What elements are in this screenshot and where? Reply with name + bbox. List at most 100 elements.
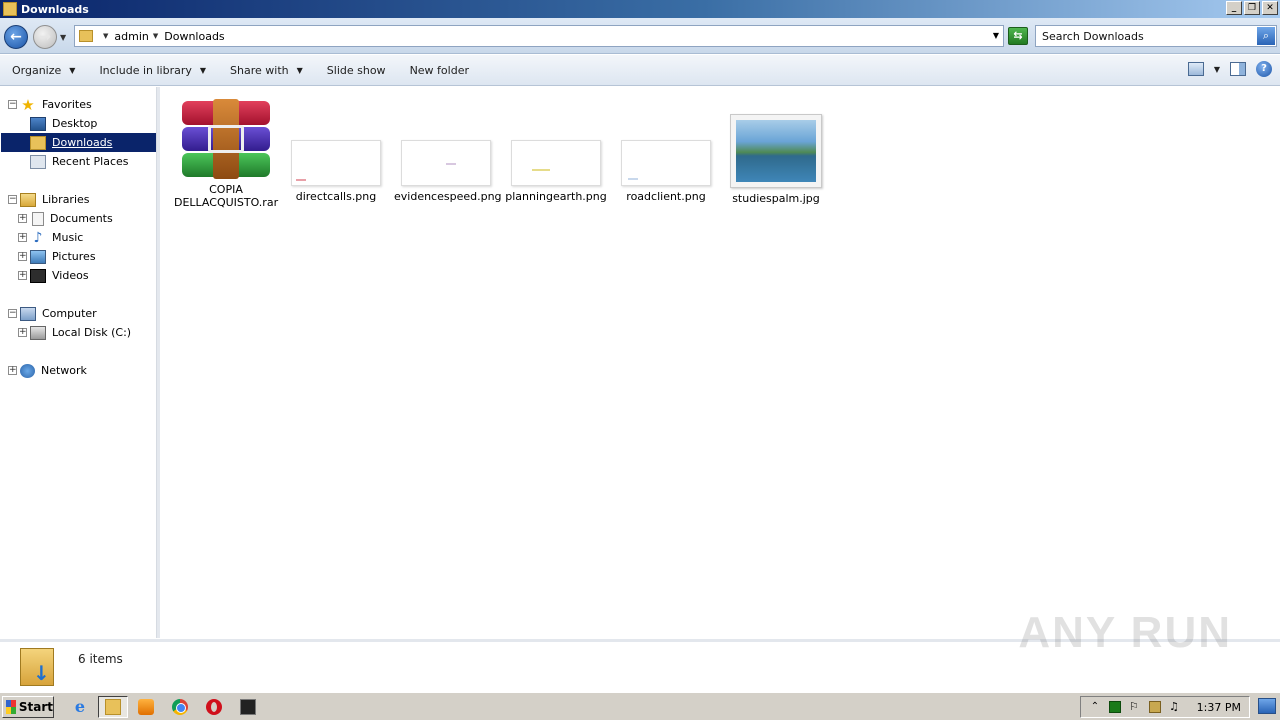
expand-documents-icon[interactable]: + bbox=[18, 214, 27, 223]
media-player-icon bbox=[138, 699, 154, 715]
expand-videos-icon[interactable]: + bbox=[18, 271, 27, 280]
slide-show-button[interactable]: Slide show bbox=[315, 64, 398, 77]
include-in-library-button[interactable]: Include in library ▼ bbox=[87, 64, 218, 77]
file-name: evidencespeed.png bbox=[394, 190, 502, 203]
chrome-icon bbox=[172, 699, 188, 715]
preview-pane-icon[interactable] bbox=[1230, 62, 1246, 76]
nav-downloads[interactable]: Downloads bbox=[1, 133, 156, 152]
file-item-rar[interactable]: COPIA DELLACQUISTO.rar bbox=[174, 99, 278, 209]
windows-flag-icon bbox=[6, 700, 16, 714]
collapse-favorites-icon[interactable]: − bbox=[8, 100, 17, 109]
taskbar-internet-explorer[interactable]: e bbox=[65, 696, 95, 718]
breadcrumb-admin[interactable]: admin bbox=[114, 30, 148, 43]
network-status-icon[interactable] bbox=[1149, 701, 1161, 713]
local-disk-icon bbox=[30, 325, 46, 340]
details-pane: ↓ 6 items ANY RUN bbox=[0, 608, 1280, 691]
file-item-png[interactable]: directcalls.png bbox=[284, 140, 388, 203]
thumbnail-mark bbox=[628, 178, 638, 180]
file-item-png[interactable]: roadclient.png bbox=[614, 140, 718, 203]
file-item-png[interactable]: evidencespeed.png bbox=[394, 140, 502, 203]
address-bar[interactable]: ▼ admin ▼ Downloads ▼ bbox=[74, 25, 1004, 47]
nav-network[interactable]: Network bbox=[20, 361, 89, 380]
nav-videos[interactable]: Videos bbox=[30, 266, 91, 285]
nav-local-disk[interactable]: Local Disk (C:) bbox=[30, 323, 133, 342]
tray-app-icon[interactable] bbox=[1109, 701, 1121, 713]
search-input[interactable]: Search Downloads ⌕ bbox=[1035, 25, 1277, 47]
nav-downloads-label: Downloads bbox=[52, 136, 113, 149]
breadcrumb-downloads[interactable]: Downloads bbox=[164, 30, 224, 43]
pictures-icon bbox=[30, 249, 46, 264]
close-button[interactable]: ✕ bbox=[1262, 1, 1278, 15]
explorer-folder-icon bbox=[3, 2, 17, 16]
file-name-line: DELLACQUISTO.rar bbox=[174, 196, 279, 209]
nav-pictures[interactable]: Pictures bbox=[30, 247, 98, 266]
file-item-jpg[interactable]: studiespalm.jpg bbox=[724, 114, 828, 205]
taskbar-windows-explorer[interactable] bbox=[98, 696, 128, 718]
chevron-down-icon[interactable]: ▼ bbox=[103, 32, 108, 40]
view-controls: ▼ ? bbox=[1187, 61, 1272, 77]
collapse-libraries-icon[interactable]: − bbox=[8, 195, 17, 204]
address-history-dropdown-icon[interactable]: ▼ bbox=[993, 31, 999, 40]
back-button[interactable]: ← bbox=[4, 25, 28, 49]
search-icon[interactable]: ⌕ bbox=[1257, 27, 1275, 45]
png-thumbnail bbox=[291, 140, 381, 186]
refresh-button[interactable]: ⇆ bbox=[1008, 27, 1028, 45]
show-desktop-button[interactable] bbox=[1258, 698, 1276, 714]
chevron-down-icon[interactable]: ▼ bbox=[153, 32, 158, 40]
item-count: 6 items bbox=[78, 652, 123, 666]
download-arrow-icon: ↓ bbox=[33, 661, 50, 685]
restore-button[interactable]: ❐ bbox=[1244, 1, 1260, 15]
taskbar-chrome[interactable] bbox=[165, 696, 195, 718]
nav-libraries[interactable]: Libraries bbox=[20, 190, 92, 209]
nav-recent-places-label: Recent Places bbox=[52, 155, 129, 168]
nav-recent-places[interactable]: Recent Places bbox=[30, 152, 131, 171]
nav-desktop-label: Desktop bbox=[52, 117, 98, 130]
taskbar-terminal[interactable] bbox=[233, 696, 263, 718]
file-item-png[interactable]: planningearth.png bbox=[504, 140, 608, 203]
clock[interactable]: 1:37 PM bbox=[1197, 701, 1241, 714]
taskbar-media-player[interactable] bbox=[131, 696, 161, 718]
watermark: ANY RUN bbox=[1018, 608, 1232, 657]
organize-button[interactable]: Organize ▼ bbox=[0, 64, 87, 77]
share-with-button[interactable]: Share with ▼ bbox=[218, 64, 315, 77]
folder-icon bbox=[79, 30, 93, 42]
taskbar: Start e ⌃ ⚐ ♫ 1:37 PM bbox=[0, 692, 1280, 720]
nav-pictures-label: Pictures bbox=[52, 250, 96, 263]
breadcrumb: ▼ admin ▼ Downloads bbox=[99, 30, 225, 43]
expand-pictures-icon[interactable]: + bbox=[18, 252, 27, 261]
expand-network-icon[interactable]: + bbox=[8, 366, 17, 375]
recent-pages-dropdown-icon[interactable]: ▼ bbox=[60, 33, 66, 42]
videos-icon bbox=[30, 268, 46, 283]
forward-arrow-icon: → bbox=[39, 29, 51, 45]
help-icon[interactable]: ? bbox=[1256, 61, 1272, 77]
computer-icon bbox=[20, 306, 36, 321]
volume-icon[interactable]: ♫ bbox=[1169, 701, 1181, 713]
collapse-computer-icon[interactable]: − bbox=[8, 309, 17, 318]
new-folder-button[interactable]: New folder bbox=[398, 64, 481, 77]
nav-computer[interactable]: Computer bbox=[20, 304, 99, 323]
terminal-icon bbox=[240, 699, 256, 715]
minimize-button[interactable]: _ bbox=[1226, 1, 1242, 15]
view-options-dropdown-icon[interactable]: ▼ bbox=[1214, 65, 1220, 74]
change-view-icon[interactable] bbox=[1187, 62, 1204, 76]
forward-button[interactable]: → bbox=[33, 25, 57, 49]
search-placeholder: Search Downloads bbox=[1042, 29, 1144, 43]
nav-favorites[interactable]: ★ Favorites bbox=[20, 95, 94, 114]
nav-network-label: Network bbox=[41, 364, 87, 377]
nav-music[interactable]: ♪ Music bbox=[30, 228, 85, 247]
expand-music-icon[interactable]: + bbox=[18, 233, 27, 242]
window-controls: _ ❐ ✕ bbox=[1226, 1, 1278, 15]
nav-documents[interactable]: Documents bbox=[32, 209, 115, 228]
action-center-flag-icon[interactable]: ⚐ bbox=[1129, 701, 1141, 713]
taskbar-opera[interactable] bbox=[199, 696, 229, 718]
expand-local-disk-icon[interactable]: + bbox=[18, 328, 27, 337]
nav-desktop[interactable]: Desktop bbox=[30, 114, 99, 133]
navigation-pane: − ★ Favorites Desktop Downloads Recent P… bbox=[0, 87, 157, 638]
nav-music-label: Music bbox=[52, 231, 84, 244]
landscape-image bbox=[736, 120, 816, 182]
documents-icon bbox=[32, 211, 44, 226]
organize-label: Organize bbox=[12, 63, 62, 77]
show-hidden-icons-icon[interactable]: ⌃ bbox=[1089, 701, 1101, 713]
system-tray: ⌃ ⚐ ♫ 1:37 PM bbox=[1080, 696, 1250, 718]
start-button[interactable]: Start bbox=[2, 696, 54, 718]
